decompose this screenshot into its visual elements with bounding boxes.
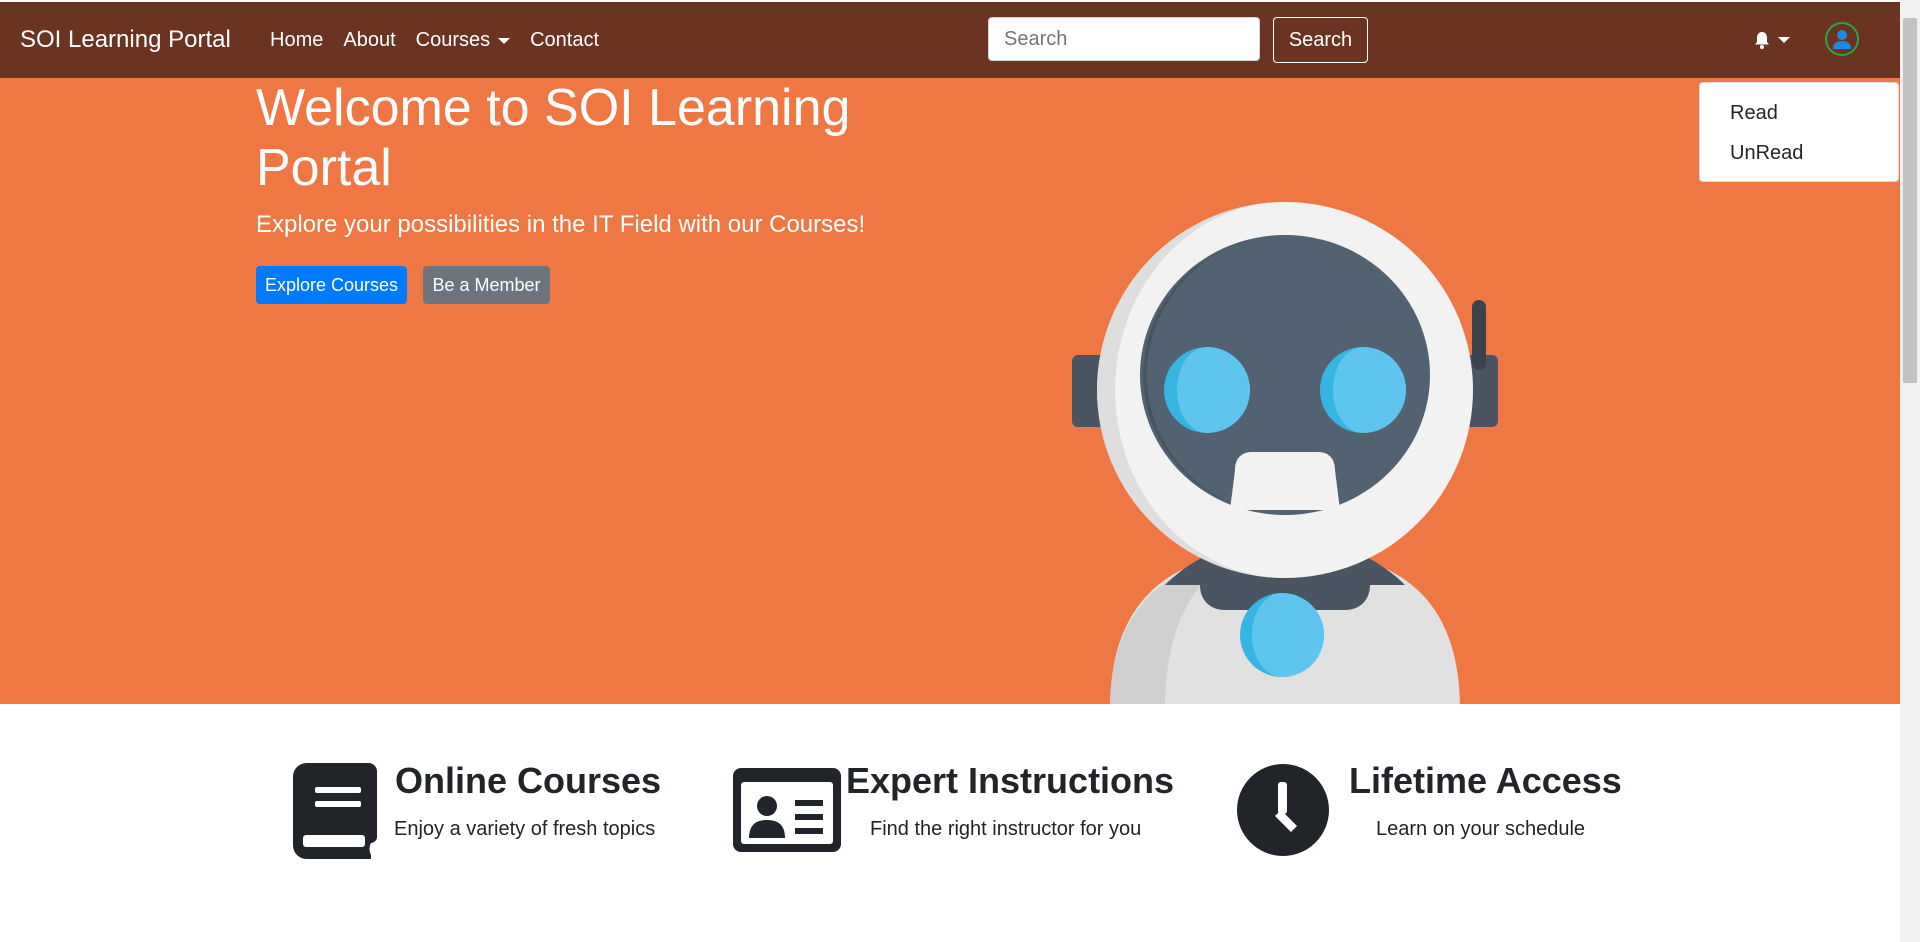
search-button[interactable]: Search xyxy=(1273,17,1368,63)
bell-icon xyxy=(1755,32,1769,49)
hero-section: Welcome to SOI Learning Portal Explore y… xyxy=(0,78,1900,704)
notifications-dropdown-menu: Read UnRead xyxy=(1699,82,1899,182)
feature-title: Online Courses xyxy=(395,760,662,801)
search-input[interactable] xyxy=(988,17,1260,61)
nav-links: Home About Courses Contact xyxy=(270,29,619,52)
id-card-icon xyxy=(733,768,841,852)
feature-text: Enjoy a variety of fresh topics xyxy=(394,818,656,840)
feature-text: Learn on your schedule xyxy=(1376,818,1586,840)
chevron-down-icon xyxy=(498,37,511,44)
nav-about[interactable]: About xyxy=(343,29,395,52)
brand-logo[interactable]: SOI Learning Portal xyxy=(20,26,231,54)
clock-icon xyxy=(1237,764,1329,856)
scrollbar-thumb[interactable] xyxy=(1903,18,1917,383)
navbar: SOI Learning Portal Home About Courses C… xyxy=(0,2,1900,78)
robot-illustration xyxy=(1072,202,1498,704)
explore-courses-button[interactable]: Explore Courses xyxy=(256,266,407,304)
feature-expert-instructions: Expert Instructions Find the right instr… xyxy=(733,760,1175,860)
nav-home[interactable]: Home xyxy=(270,29,323,52)
chevron-down-icon xyxy=(1778,37,1790,43)
feature-title: Lifetime Access xyxy=(1349,760,1622,801)
user-icon xyxy=(1833,30,1851,49)
book-icon xyxy=(293,763,377,859)
user-avatar[interactable] xyxy=(1825,22,1859,56)
nav-contact[interactable]: Contact xyxy=(530,29,599,52)
hero-subtitle: Explore your possibilities in the IT Fie… xyxy=(256,211,866,238)
nav-courses-dropdown[interactable]: Courses xyxy=(415,29,511,52)
hero-title: Welcome to SOI Learning Portal xyxy=(256,79,851,197)
feature-title: Expert Instructions xyxy=(846,760,1175,801)
feature-online-courses: Online Courses Enjoy a variety of fresh … xyxy=(293,760,673,860)
be-a-member-button[interactable]: Be a Member xyxy=(423,266,550,304)
nav-courses-label: Courses xyxy=(415,29,491,51)
notifications-toggle[interactable] xyxy=(1752,30,1790,50)
feature-text: Find the right instructor for you xyxy=(870,818,1142,840)
feature-lifetime-access: Lifetime Access Learn on your schedule xyxy=(1237,760,1637,860)
dropdown-item-unread[interactable]: UnRead xyxy=(1700,133,1898,173)
dropdown-item-read[interactable]: Read xyxy=(1700,93,1898,133)
